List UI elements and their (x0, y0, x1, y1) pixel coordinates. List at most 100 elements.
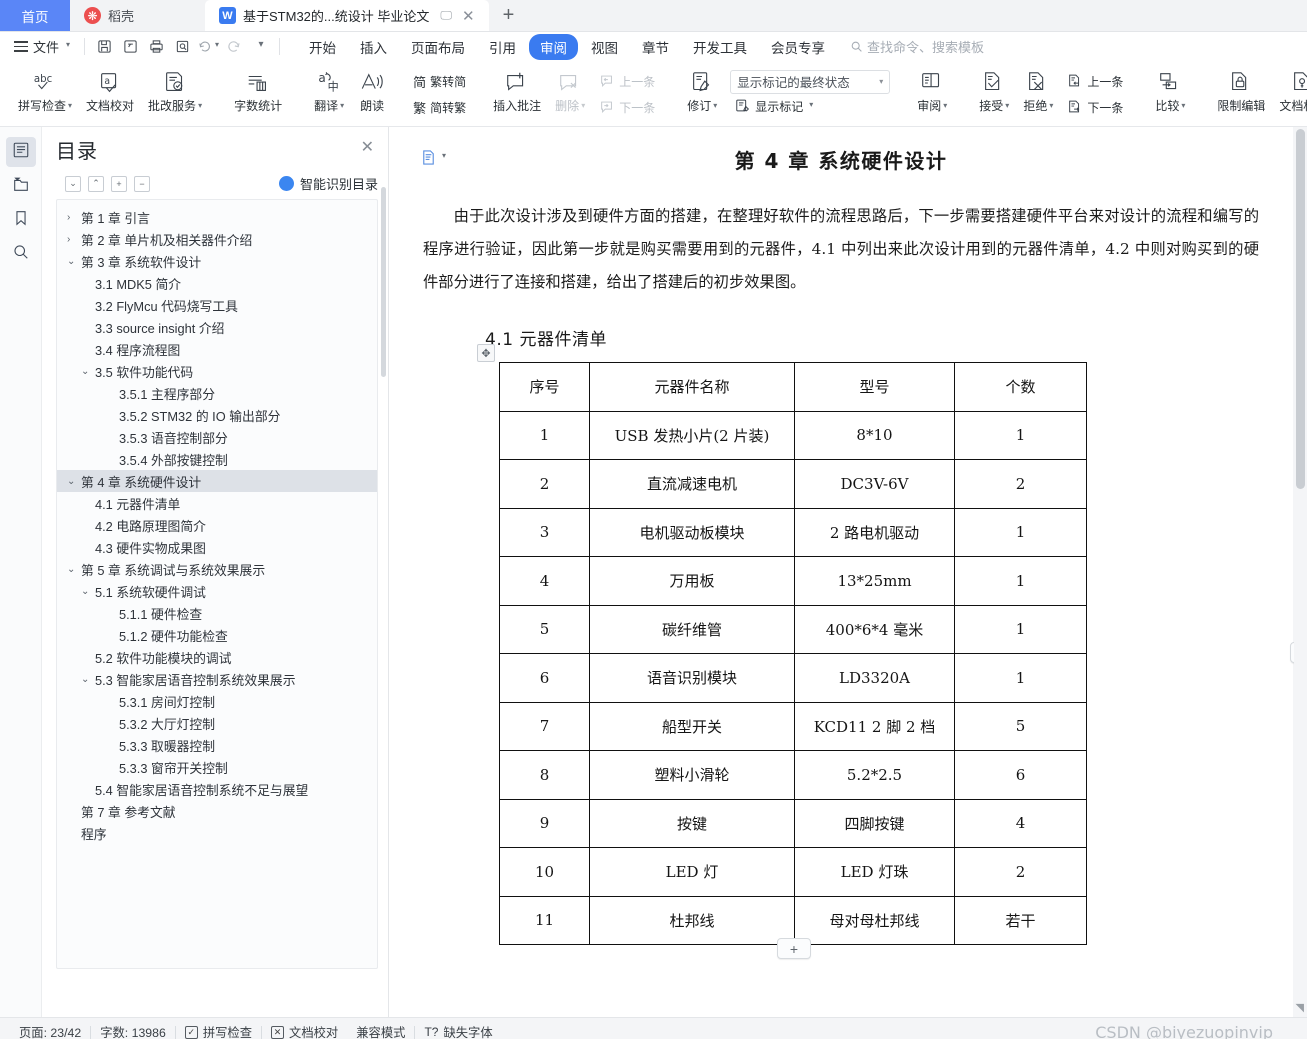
chevron-down-icon[interactable]: ⌄ (81, 586, 95, 597)
table-cell[interactable]: 1 (954, 653, 1087, 703)
outline-scrollbar[interactable] (381, 187, 386, 377)
expand-down-button[interactable]: ⌄ (65, 175, 81, 192)
table-cell[interactable]: 电机驱动板模块 (589, 507, 795, 557)
table-cell[interactable]: 5 (954, 701, 1087, 751)
correction-service-button[interactable]: 批改服务 ▾ (141, 63, 209, 126)
outline-item[interactable]: 3.5.4 外部按键控制 (57, 448, 377, 470)
table-cell[interactable]: 若干 (954, 895, 1087, 945)
table-cell[interactable]: 5.2*2.5 (794, 750, 955, 800)
table-cell[interactable]: 6 (954, 750, 1087, 800)
outline-item[interactable]: 3.4 程序流程图 (57, 338, 377, 360)
tab-home[interactable]: 首页 (0, 0, 70, 31)
outline-item[interactable]: 5.3.3 取暖器控制 (57, 734, 377, 756)
reviewing-pane-button[interactable]: 审阅 ▾ (910, 63, 954, 126)
insert-comment-button[interactable]: 插入批注 (486, 63, 548, 126)
accept-button[interactable]: 接受 ▾ (972, 63, 1016, 126)
smart-recognize-toc-button[interactable]: 智能识别目录 (278, 174, 378, 193)
tab-review[interactable]: 审阅 (529, 33, 579, 60)
tab-document[interactable]: W 基于STM32的...统设计 毕业论文 🖵 ✕ (205, 0, 489, 31)
table-cell[interactable]: 四脚按键 (794, 798, 955, 848)
table-header-cell[interactable]: 序号 (499, 362, 590, 412)
tab-insert[interactable]: 插入 (349, 34, 398, 60)
outline-item[interactable]: 5.1.2 硬件功能检查 (57, 624, 377, 646)
rail-bookmark-button[interactable] (6, 205, 36, 235)
rail-thumbnail-button[interactable] (6, 171, 36, 201)
component-list-table[interactable]: 序号 元器件名称 型号 个数 1 USB 发热小片(2 片装) 8*10 1 2 直流减速电机 DC… (499, 362, 1087, 945)
customize-quick-access-icon[interactable]: ▾ (247, 36, 273, 58)
status-proofread[interactable]: ✕ 文档校对 (262, 1023, 347, 1039)
outline-item[interactable]: 5.1.1 硬件检查 (57, 602, 377, 624)
delete-comment-button[interactable]: 删除 ▾ (548, 63, 592, 126)
table-cell[interactable]: 400*6*4 毫米 (794, 604, 955, 654)
previous-change-button[interactable]: 上一条 (1062, 69, 1128, 95)
table-cell[interactable]: 杜邦线 (589, 895, 795, 945)
rail-outline-button[interactable] (5, 137, 36, 167)
table-cell[interactable]: 8 (499, 750, 590, 800)
outline-item[interactable]: 程序 (57, 822, 377, 844)
table-cell[interactable]: 塑料小滑轮 (589, 750, 795, 800)
table-move-handle-icon[interactable]: ✥ (477, 344, 495, 362)
table-cell[interactable]: 6 (499, 653, 590, 703)
tab-cast-icon[interactable]: 🖵 (440, 8, 452, 23)
table-cell[interactable]: 语音识别模块 (589, 653, 795, 703)
rail-search-button[interactable] (6, 239, 36, 269)
add-row-button[interactable]: + (777, 938, 811, 959)
track-changes-button[interactable]: 修订 ▾ (680, 63, 724, 126)
table-cell[interactable]: 2 (954, 847, 1087, 897)
table-cell[interactable]: 2 (499, 459, 590, 509)
outline-item[interactable]: 3.2 FlyMcu 代码烧写工具 (57, 294, 377, 316)
word-count-button[interactable]: 字数统计 (227, 63, 289, 126)
document-permission-button[interactable]: 文档权限 (1272, 63, 1307, 126)
table-cell[interactable]: 9 (499, 798, 590, 848)
next-change-button[interactable]: 下一条 (1062, 95, 1128, 121)
outline-item[interactable]: ⌄ 第 5 章 系统调试与系统效果展示 (57, 558, 377, 580)
translate-button[interactable]: a中 翻译 ▾ (307, 63, 351, 126)
table-cell[interactable]: 7 (499, 701, 590, 751)
compare-button[interactable]: 比较 ▾ (1148, 63, 1192, 126)
document-page[interactable]: ▾ 第 4 章 系统硬件设计 由于此次设计涉及到硬件方面的搭建，在整理好软件的流… (389, 127, 1307, 1017)
status-spell-check[interactable]: ✓ 拼写检查 (176, 1023, 261, 1039)
read-aloud-button[interactable]: 朗读 (351, 63, 393, 126)
outline-item[interactable]: 5.3.1 房间灯控制 (57, 690, 377, 712)
collapse-up-button[interactable]: ⌃ (88, 175, 104, 192)
table-cell[interactable]: 5 (499, 604, 590, 654)
table-cell[interactable]: 1 (499, 410, 590, 460)
table-cell[interactable]: 4 (954, 798, 1087, 848)
trad-to-simp-button[interactable]: 简 繁转简 (408, 69, 471, 95)
resize-grip-icon[interactable]: ◥ (1296, 1001, 1304, 1014)
outline-item[interactable]: 3.1 MDK5 简介 (57, 272, 377, 294)
print-icon[interactable] (143, 36, 169, 58)
table-cell[interactable]: 1 (954, 556, 1087, 606)
outline-item[interactable]: 5.3.2 大厅灯控制 (57, 712, 377, 734)
previous-comment-button[interactable]: 上一条 (594, 69, 660, 95)
outline-item[interactable]: 3.5.2 STM32 的 IO 输出部分 (57, 404, 377, 426)
outline-item[interactable]: › 第 2 章 单片机及相关器件介绍 (57, 228, 377, 250)
expand-all-button[interactable]: + (111, 175, 127, 192)
paragraph-marker-icon[interactable]: ▾ (420, 149, 446, 166)
table-cell[interactable]: 13*25mm (794, 556, 955, 606)
outline-item[interactable]: ⌄ 5.3 智能家居语音控制系统效果展示 (57, 668, 377, 690)
simp-to-trad-button[interactable]: 繁 简转繁 (408, 95, 471, 121)
tab-member[interactable]: 会员专享 (760, 34, 836, 60)
chevron-down-icon[interactable]: ⌄ (81, 674, 95, 685)
redo-icon[interactable] (221, 36, 247, 58)
outline-item[interactable]: 3.5.3 语音控制部分 (57, 426, 377, 448)
outline-item[interactable]: ⌄ 3.5 软件功能代码 (57, 360, 377, 382)
chevron-right-icon[interactable]: › (67, 212, 81, 223)
table-cell[interactable]: KCD11 2 脚 2 档 (794, 701, 955, 751)
table-cell[interactable]: 2 路电机驱动 (794, 507, 955, 557)
tab-start[interactable]: 开始 (298, 34, 347, 60)
tab-developer[interactable]: 开发工具 (682, 34, 758, 60)
search-command-box[interactable]: 查找命令、搜索模板 (850, 37, 984, 56)
table-cell[interactable]: 1 (954, 410, 1087, 460)
outline-item[interactable]: ⌄ 第 3 章 系统软件设计 (57, 250, 377, 272)
table-cell[interactable]: 万用板 (589, 556, 795, 606)
status-compat-mode[interactable]: 兼容模式 (347, 1023, 414, 1039)
chevron-down-icon[interactable]: ⌄ (67, 476, 81, 487)
file-menu-button[interactable]: 文件 ▾ (6, 37, 78, 56)
chevron-down-icon[interactable]: ⌄ (67, 256, 81, 267)
table-cell[interactable]: LED 灯 (589, 847, 795, 897)
outline-item[interactable]: ⌄ 5.1 系统软硬件调试 (57, 580, 377, 602)
reject-button[interactable]: 拒绝 ▾ (1016, 63, 1060, 126)
status-word-count[interactable]: 字数: 13986 (91, 1023, 175, 1039)
